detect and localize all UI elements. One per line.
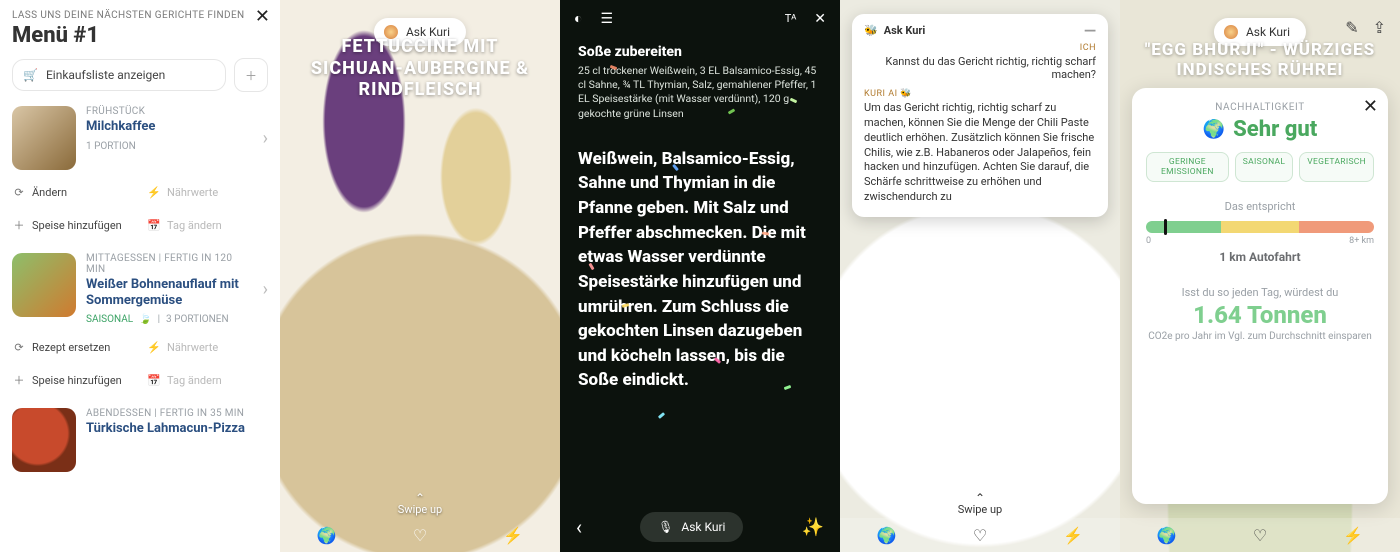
meal-card[interactable]: FRÜHSTÜCK Milchkaffee 1 PORTION ›: [12, 106, 268, 170]
refresh-icon: ⟳: [12, 341, 26, 354]
user-message: Kannst du das Gericht richtig, richtig s…: [864, 55, 1096, 81]
meal-title: Milchkaffee: [86, 119, 155, 135]
globe-icon[interactable]: 🌍: [875, 526, 899, 545]
globe-icon: 🌍: [1203, 119, 1225, 140]
scale-min: 0: [1146, 236, 1151, 246]
km-equivalent: 1 km Autofahrt: [1146, 250, 1374, 264]
nutrition-button[interactable]: ⚡Nährwerte: [147, 180, 268, 205]
chat-title: Ask Kuri: [884, 24, 926, 37]
chip-emissions: GERINGE EMISSIONEN: [1146, 152, 1229, 182]
meal-meta: ABENDESSEN | FERTIG IN 35 MIN: [86, 408, 245, 419]
chip-vegetarian: VEGETARISCH: [1299, 152, 1374, 182]
plus-icon: ＋: [12, 217, 26, 233]
meal-meta: MITTAGESSEN | FERTIG IN 120 MIN: [86, 253, 253, 275]
cooking-step-panel: ◐ ☰ Tᴬ ✕ Soße zubereiten 25 cl trockener…: [560, 0, 840, 552]
chevron-right-icon: ›: [263, 279, 268, 300]
meal-meta: FRÜHSTÜCK: [86, 106, 155, 117]
contrast-icon[interactable]: ◐: [574, 10, 582, 27]
add-dish-button[interactable]: ＋Speise hinzufügen: [12, 366, 133, 394]
step-heading: Soße zubereiten: [578, 44, 822, 60]
equiv-label: Das entspricht: [1146, 200, 1374, 213]
edit-icon[interactable]: ✎: [1345, 18, 1358, 37]
meal-card[interactable]: MITTAGESSEN | FERTIG IN 120 MIN Weißer B…: [12, 253, 268, 325]
impact-meter: [1146, 221, 1374, 233]
nutrition-button[interactable]: ⚡Nährwerte: [147, 335, 268, 360]
bolt-icon[interactable]: ⚡: [501, 526, 525, 545]
globe-icon[interactable]: 🌍: [1155, 526, 1179, 545]
ai-message: Um das Gericht richtig, richtig scharf z…: [864, 101, 1096, 205]
sustainability-panel: Ask Kuri ✎ ⇪ "EGG BHURJI" - WÜRZIGES IND…: [1120, 0, 1400, 552]
sheet-label: NACHHALTIGKEIT: [1146, 102, 1374, 113]
heart-icon[interactable]: ♡: [968, 526, 992, 545]
step-instructions: Weißwein, Balsamico-Essig, Sahne und Thy…: [578, 147, 822, 393]
ai-label: KURI AI 🐝: [864, 89, 1096, 99]
change-button[interactable]: ⟳Ändern: [12, 180, 133, 205]
close-icon[interactable]: ✕: [1363, 96, 1378, 117]
meal-card[interactable]: ABENDESSEN | FERTIG IN 35 MIN Türkische …: [12, 408, 268, 472]
shopping-list-label: Einkaufsliste anzeigen: [46, 68, 165, 82]
calendar-icon: 📅: [147, 374, 161, 387]
meal-thumb: [12, 253, 76, 317]
meal-title: Türkische Lahmacun-Pizza: [86, 421, 245, 437]
minimize-icon[interactable]: —: [1084, 27, 1096, 35]
calendar-icon: 📅: [147, 219, 161, 232]
globe-icon[interactable]: 🌍: [315, 526, 339, 545]
chip-seasonal: SAISONAL: [1235, 152, 1293, 182]
bolt-icon[interactable]: ⚡: [1061, 526, 1085, 545]
bolt-icon: ⚡: [147, 186, 161, 199]
prev-step-button[interactable]: ‹: [576, 515, 582, 539]
rating-value: Sehr gut: [1233, 117, 1317, 142]
yearly-tail: CO2e pro Jahr im Vgl. zum Durchschnitt e…: [1146, 331, 1374, 342]
recipe-title: "EGG BHURJI" - WÜRZIGES INDISCHES RÜHREI: [1120, 40, 1400, 81]
seasonal-badge: SAISONAL: [86, 314, 133, 325]
bolt-icon[interactable]: ⚡: [1341, 526, 1365, 545]
shopping-list-button[interactable]: 🛒 Einkaufsliste anzeigen: [12, 59, 226, 91]
chat-overlay-panel: 🐝 Ask Kuri — ICH Kannst du das Gericht r…: [840, 0, 1120, 552]
impact-marker: [1164, 219, 1167, 235]
swipe-up-hint[interactable]: Swipe up: [840, 491, 1120, 516]
plus-icon: ＋: [12, 372, 26, 388]
add-dish-button[interactable]: ＋Speise hinzufügen: [12, 211, 133, 239]
cart-icon: 🛒: [23, 68, 38, 82]
yearly-value: 1.64 Tonnen: [1146, 301, 1374, 329]
yearly-lead: Isst du so jeden Tag, würdest du: [1146, 286, 1374, 299]
step-ingredients: 25 cl trockener Weißwein, 3 EL Balsamico…: [578, 64, 822, 121]
share-icon[interactable]: ⇪: [1373, 18, 1386, 37]
swipe-up-hint[interactable]: Swipe up: [280, 491, 560, 516]
menu-title: Menü #1: [12, 23, 268, 48]
heart-icon[interactable]: ♡: [1248, 526, 1272, 545]
tagline: LASS UNS DEINE NÄCHSTEN GERICHTE FINDEN: [12, 10, 268, 21]
refresh-icon: ⟳: [12, 186, 26, 199]
menu-panel: ✕ LASS UNS DEINE NÄCHSTEN GERICHTE FINDE…: [0, 0, 280, 552]
replace-recipe-button[interactable]: ⟳Rezept ersetzen: [12, 335, 133, 360]
recipe-title: FETTUCCINE MIT SICHUAN-AUBERGINE & RINDF…: [280, 36, 560, 101]
change-day-button[interactable]: 📅Tag ändern: [147, 366, 268, 394]
scale-max: 8+ km: [1349, 236, 1374, 246]
close-icon[interactable]: ✕: [814, 11, 826, 27]
meal-portions: 3 PORTIONEN: [166, 314, 229, 325]
kuri-avatar-icon: 🐝: [864, 24, 878, 37]
meal-title: Weißer Bohnenauflauf mit Sommergemüse: [86, 277, 253, 308]
leaf-icon: 🍃: [139, 314, 151, 325]
chevron-right-icon: ›: [263, 128, 268, 149]
ask-kuri-button[interactable]: 🎙 Ask Kuri: [640, 512, 743, 542]
heart-icon[interactable]: ♡: [408, 526, 432, 545]
mic-icon: 🎙: [658, 520, 673, 534]
list-icon[interactable]: ☰: [600, 11, 613, 27]
sustainability-sheet: ✕ NACHHALTIGKEIT 🌍 Sehr gut GERINGE EMIS…: [1132, 88, 1388, 504]
bolt-icon: ⚡: [147, 341, 161, 354]
user-label: ICH: [864, 43, 1096, 53]
meal-thumb: [12, 106, 76, 170]
recipe-hero-panel: Ask Kuri FETTUCCINE MIT SICHUAN-AUBERGIN…: [280, 0, 560, 552]
meal-thumb: [12, 408, 76, 472]
ask-kuri-chat: 🐝 Ask Kuri — ICH Kannst du das Gericht r…: [852, 14, 1108, 217]
sparkle-icon[interactable]: ✨: [802, 517, 824, 538]
add-menu-button[interactable]: ＋: [234, 58, 268, 92]
change-day-button[interactable]: 📅Tag ändern: [147, 211, 268, 239]
close-icon[interactable]: ✕: [255, 6, 270, 27]
text-size-icon[interactable]: Tᴬ: [785, 12, 797, 25]
meal-portions: 1 PORTION: [86, 141, 155, 152]
